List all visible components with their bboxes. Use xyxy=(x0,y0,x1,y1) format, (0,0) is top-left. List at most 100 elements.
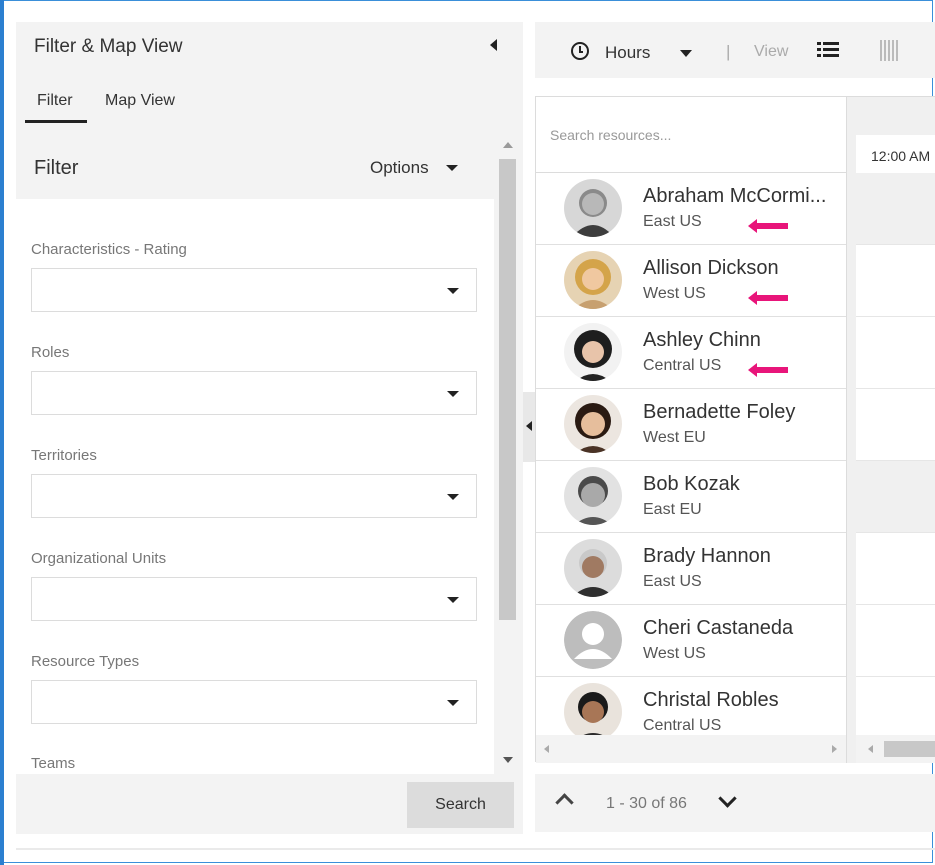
options-button[interactable]: Options xyxy=(370,158,429,178)
field-label-resource-types: Resource Types xyxy=(31,653,140,670)
arrow-left-icon xyxy=(748,291,788,305)
scroll-down-icon[interactable] xyxy=(503,757,513,763)
arrow-left-icon xyxy=(748,363,788,377)
schedule-toolbar: Hours | View xyxy=(535,22,935,78)
resource-name: Bob Kozak xyxy=(643,473,740,495)
timeline-row[interactable] xyxy=(856,605,935,677)
time-scale-selector[interactable]: Hours xyxy=(605,43,650,63)
resource-row[interactable]: Christal Robles Central US xyxy=(536,677,846,735)
resource-row[interactable]: Abraham McCormi... East US xyxy=(536,173,846,245)
resource-panel: Abraham McCormi... East US Allison Dicks… xyxy=(535,96,935,763)
resource-region: West US xyxy=(643,285,706,302)
resource-row[interactable]: Allison Dickson West US xyxy=(536,245,846,317)
default-user-icon xyxy=(564,611,622,669)
time-slot-label: 12:00 AM xyxy=(871,148,931,164)
timeline-hscrollbar[interactable] xyxy=(856,735,935,763)
field-label-territories: Territories xyxy=(31,447,97,464)
resource-row[interactable]: Brady Hannon East US xyxy=(536,533,846,605)
chevron-down-icon[interactable] xyxy=(680,50,692,57)
resource-region: East EU xyxy=(643,501,702,518)
field-label-organizational-units: Organizational Units xyxy=(31,550,167,567)
chevron-up-icon[interactable] xyxy=(555,793,574,812)
chevron-down-icon[interactable] xyxy=(446,165,458,171)
timeline-row[interactable] xyxy=(856,389,935,461)
timeline-row[interactable] xyxy=(856,245,935,317)
search-button[interactable]: Search xyxy=(407,782,514,828)
view-label: View xyxy=(754,43,789,60)
resource-region: Central US xyxy=(643,357,722,374)
resource-types-select[interactable] xyxy=(31,680,477,724)
avatar xyxy=(564,251,622,309)
resource-search xyxy=(536,97,847,173)
resource-name: Brady Hannon xyxy=(643,545,771,567)
list-view-icon[interactable] xyxy=(817,41,839,59)
expand-panel-icon[interactable] xyxy=(526,421,532,431)
filter-header: Filter Options xyxy=(16,133,494,199)
avatar xyxy=(564,539,622,597)
resource-name: Ashley Chinn xyxy=(643,329,761,351)
resource-row[interactable]: Ashley Chinn Central US xyxy=(536,317,846,389)
filter-scrollbar[interactable] xyxy=(497,133,519,774)
scroll-left-icon[interactable] xyxy=(868,745,873,753)
chevron-down-icon xyxy=(447,494,459,500)
scroll-right-icon[interactable] xyxy=(832,745,837,753)
window-edge xyxy=(0,0,4,865)
organizational-units-select[interactable] xyxy=(31,577,477,621)
tab-map-view[interactable]: Map View xyxy=(105,92,175,110)
panel-splitter[interactable] xyxy=(523,392,535,462)
active-tab-indicator xyxy=(25,120,87,123)
chevron-down-icon xyxy=(447,288,459,294)
resource-list[interactable]: Abraham McCormi... East US Allison Dicks… xyxy=(536,173,847,735)
bottom-divider xyxy=(16,848,935,850)
collapse-panel-icon[interactable] xyxy=(490,39,497,51)
filter-title: Filter xyxy=(34,157,79,179)
resource-row[interactable]: Bob Kozak East EU xyxy=(536,461,846,533)
chevron-down-icon xyxy=(447,597,459,603)
resource-name: Bernadette Foley xyxy=(643,401,796,423)
avatar xyxy=(564,683,622,735)
resource-name: Cheri Castaneda xyxy=(643,617,794,639)
scroll-left-icon[interactable] xyxy=(544,745,549,753)
pagination-bar: 1 - 30 of 86 xyxy=(535,774,935,832)
tab-filter[interactable]: Filter xyxy=(37,92,73,110)
roles-select[interactable] xyxy=(31,371,477,415)
search-resources-input[interactable] xyxy=(550,127,830,143)
scroll-up-icon[interactable] xyxy=(503,142,513,148)
avatar xyxy=(564,179,622,237)
chevron-down-icon xyxy=(447,700,459,706)
timeline-row[interactable] xyxy=(856,461,935,533)
scrollbar-thumb[interactable] xyxy=(884,741,935,757)
grid-divider xyxy=(847,97,856,763)
timeline-row[interactable] xyxy=(856,317,935,389)
avatar xyxy=(564,395,622,453)
arrow-left-icon xyxy=(748,219,788,233)
characteristics-select[interactable] xyxy=(31,268,477,312)
territories-select[interactable] xyxy=(31,474,477,518)
timeline-view-icon[interactable] xyxy=(880,40,898,61)
resource-row[interactable]: Cheri Castaneda West US xyxy=(536,605,846,677)
page-range-label: 1 - 30 of 86 xyxy=(606,795,687,812)
resource-region: East US xyxy=(643,573,702,590)
chevron-down-icon[interactable] xyxy=(718,789,737,808)
clock-icon xyxy=(571,42,589,60)
resource-hscrollbar[interactable] xyxy=(536,735,847,763)
avatar xyxy=(564,323,622,381)
panel-title: Filter & Map View xyxy=(34,36,183,57)
resource-name: Abraham McCormi... xyxy=(643,185,827,207)
resource-row[interactable]: Bernadette Foley West EU xyxy=(536,389,846,461)
resource-region: East US xyxy=(643,213,702,230)
resource-region: West EU xyxy=(643,429,706,446)
avatar xyxy=(564,467,622,525)
resource-region: West US xyxy=(643,645,706,662)
timeline-row[interactable] xyxy=(856,533,935,605)
timeline-hour-header: 12:00 AM xyxy=(856,135,935,174)
filter-map-panel: Filter & Map View Filter Map View Filter… xyxy=(16,22,523,834)
resource-name: Allison Dickson xyxy=(643,257,779,279)
field-label-roles: Roles xyxy=(31,344,70,361)
timeline-row[interactable] xyxy=(856,173,935,245)
toolbar-separator: | xyxy=(726,42,731,61)
scrollbar-thumb[interactable] xyxy=(499,159,516,620)
chevron-down-icon xyxy=(447,391,459,397)
resource-name: Christal Robles xyxy=(643,689,779,711)
field-label-characteristics: Characteristics - Rating xyxy=(31,241,187,258)
